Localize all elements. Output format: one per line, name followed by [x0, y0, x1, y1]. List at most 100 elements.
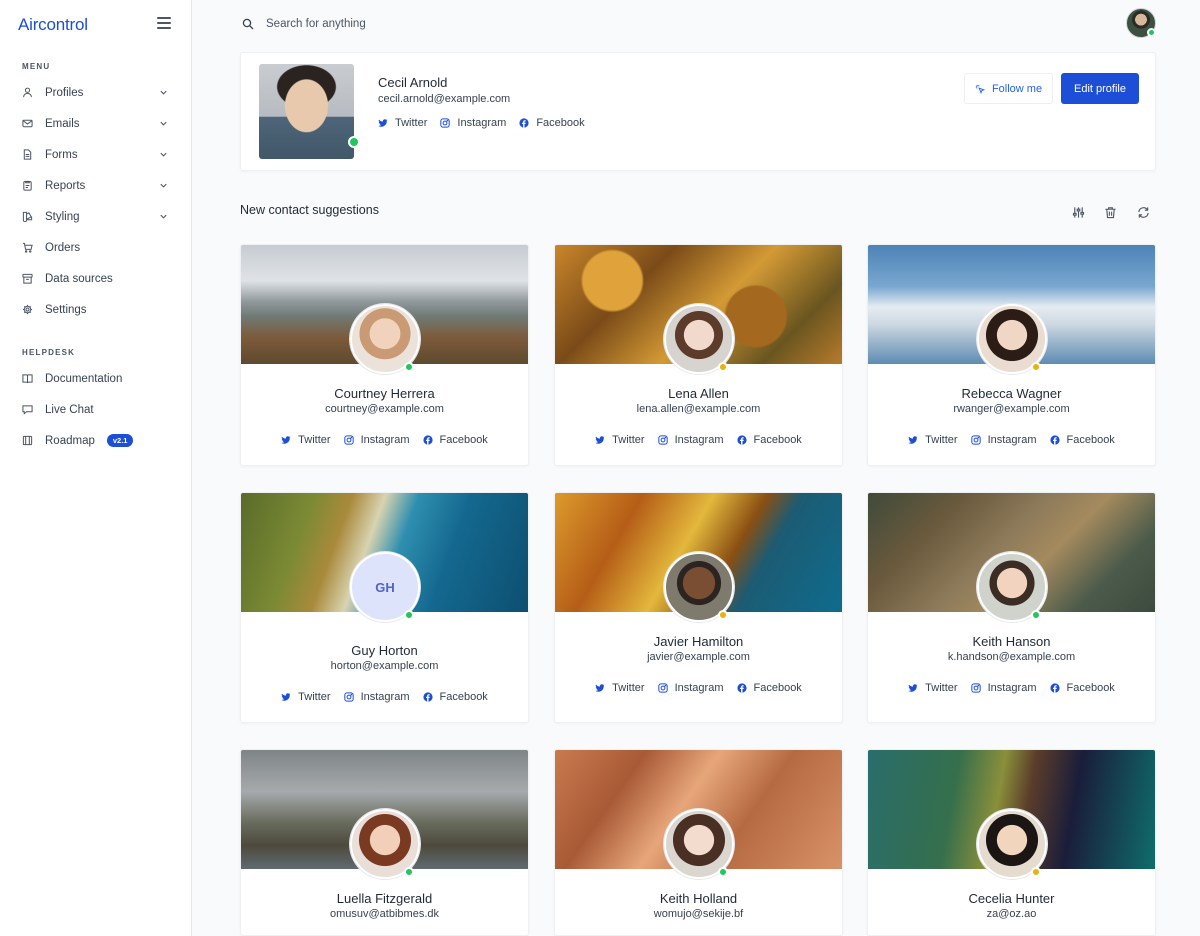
instagram-link[interactable]: Instagram — [440, 117, 506, 129]
profile-social-links: Twitter Instagram Facebook — [378, 117, 598, 129]
instagram-link[interactable]: Instagram — [970, 434, 1037, 446]
contact-card[interactable]: Keith Hanson k.handson@example.com Twitt… — [867, 492, 1156, 723]
sidebar-item-settings[interactable]: Settings — [0, 294, 192, 325]
facebook-link[interactable]: Facebook — [1049, 682, 1115, 694]
contact-card[interactable]: Courtney Herrera courtney@example.com Tw… — [240, 244, 529, 466]
user-status-dot — [1147, 28, 1156, 37]
edit-profile-button[interactable]: Edit profile — [1061, 73, 1139, 104]
twitter-icon — [595, 436, 605, 444]
sidebar-item-profiles[interactable]: Profiles — [0, 77, 192, 108]
instagram-link[interactable]: Instagram — [657, 434, 724, 446]
twitter-link[interactable]: Twitter — [595, 434, 645, 446]
hamburger-menu-icon[interactable] — [157, 17, 171, 31]
sidebar-item-roadmap[interactable]: Roadmap v2.1 — [0, 425, 192, 456]
sidebar: Aircontrol MENU Profiles Emails Forms Re… — [0, 0, 192, 936]
contact-social-links: Twitter Instagram Facebook — [241, 434, 528, 446]
adjustments-icon[interactable] — [1072, 206, 1085, 219]
instagram-icon — [970, 683, 981, 693]
instagram-icon — [970, 435, 981, 445]
brand-name: Aircontrol — [18, 15, 88, 34]
twitter-link[interactable]: Twitter — [908, 434, 958, 446]
chevron-down-icon[interactable] — [159, 88, 168, 97]
status-dot — [718, 867, 728, 877]
cart-icon — [22, 242, 33, 253]
sidebar-item-data-sources[interactable]: Data sources — [0, 263, 192, 294]
sidebar-item-reports[interactable]: Reports — [0, 170, 192, 201]
version-badge: v2.1 — [106, 433, 134, 448]
sidebar-item-label: Profiles — [45, 86, 84, 99]
sidebar-item-label: Forms — [45, 148, 78, 161]
sidebar-item-emails[interactable]: Emails — [0, 108, 192, 139]
facebook-link[interactable]: Facebook — [422, 434, 488, 446]
twitter-icon — [281, 436, 291, 444]
sidebar-item-label: Styling — [45, 210, 80, 223]
clipboard-icon — [22, 180, 33, 191]
contact-card[interactable]: Rebecca Wagner rwanger@example.com Twitt… — [867, 244, 1156, 466]
archive-icon — [22, 273, 33, 284]
follow-button[interactable]: Follow me — [964, 73, 1053, 104]
swatch-icon — [22, 211, 33, 222]
search-input[interactable] — [260, 13, 560, 35]
twitter-link[interactable]: Twitter — [595, 682, 645, 694]
contact-email: za@oz.ao — [986, 908, 1037, 920]
sidebar-item-label: Reports — [45, 179, 86, 192]
profile-status-dot — [348, 136, 360, 148]
brand-logo[interactable]: Aircontrol — [18, 14, 88, 36]
contact-email: courtney@example.com — [325, 403, 444, 415]
twitter-icon — [908, 436, 918, 444]
instagram-link[interactable]: Instagram — [343, 691, 410, 703]
sidebar-item-label: Data sources — [45, 272, 113, 285]
facebook-icon — [422, 435, 433, 445]
instagram-icon — [657, 435, 668, 445]
sidebar-item-styling[interactable]: Styling — [0, 201, 192, 232]
facebook-link[interactable]: Facebook — [736, 434, 802, 446]
instagram-link[interactable]: Instagram — [343, 434, 410, 446]
contact-card[interactable]: Cecelia Hunter za@oz.ao — [867, 749, 1156, 936]
trash-icon[interactable] — [1104, 206, 1117, 219]
chat-icon — [22, 404, 33, 415]
facebook-link[interactable]: Facebook — [519, 117, 585, 129]
contact-card[interactable]: Lena Allen lena.allen@example.com Twitte… — [554, 244, 843, 466]
profile-email: cecil.arnold@example.com — [378, 93, 511, 105]
facebook-link[interactable]: Facebook — [1049, 434, 1115, 446]
status-dot — [1031, 362, 1041, 372]
contact-email: rwanger@example.com — [953, 403, 1070, 415]
status-dot — [718, 610, 728, 620]
chevron-down-icon[interactable] — [159, 119, 168, 128]
contact-email: omusuv@atbibmes.dk — [330, 908, 439, 920]
contact-card[interactable]: Luella Fitzgerald omusuv@atbibmes.dk — [240, 749, 529, 936]
contact-name: Lena Allen — [668, 386, 729, 401]
contact-email: k.handson@example.com — [947, 651, 1076, 663]
sidebar-item-forms[interactable]: Forms — [0, 139, 192, 170]
instagram-link[interactable]: Instagram — [970, 682, 1037, 694]
twitter-link[interactable]: Twitter — [281, 691, 331, 703]
instagram-link[interactable]: Instagram — [657, 682, 724, 694]
chevron-down-icon[interactable] — [159, 212, 168, 221]
facebook-link[interactable]: Facebook — [736, 682, 802, 694]
contact-name: Cecelia Hunter — [968, 891, 1055, 906]
search-icon — [242, 18, 254, 30]
contact-name: Courtney Herrera — [334, 386, 435, 401]
facebook-icon — [1049, 683, 1060, 693]
contact-email: javier@example.com — [647, 651, 750, 663]
refresh-icon[interactable] — [1137, 206, 1150, 219]
chevron-down-icon[interactable] — [159, 181, 168, 190]
contact-name: Javier Hamilton — [653, 634, 744, 649]
sidebar-item-live-chat[interactable]: Live Chat — [0, 394, 192, 425]
contact-social-links: Twitter Instagram Facebook — [868, 682, 1155, 694]
mail-icon — [22, 118, 33, 129]
chevron-down-icon[interactable] — [159, 150, 168, 159]
sidebar-item-documentation[interactable]: Documentation — [0, 363, 192, 394]
contact-name: Rebecca Wagner — [961, 386, 1062, 401]
sidebar-item-orders[interactable]: Orders — [0, 232, 192, 263]
twitter-link[interactable]: Twitter — [908, 682, 958, 694]
twitter-link[interactable]: Twitter — [281, 434, 331, 446]
twitter-icon — [908, 684, 918, 692]
status-dot — [1031, 610, 1041, 620]
contact-card[interactable]: GH Guy Horton horton@example.com Twitter… — [240, 492, 529, 723]
facebook-link[interactable]: Facebook — [422, 691, 488, 703]
contact-card[interactable]: Keith Holland womujo@sekije.bf — [554, 749, 843, 936]
twitter-link[interactable]: Twitter — [378, 117, 427, 129]
facebook-icon — [736, 435, 747, 445]
contact-card[interactable]: Javier Hamilton javier@example.com Twitt… — [554, 492, 843, 723]
